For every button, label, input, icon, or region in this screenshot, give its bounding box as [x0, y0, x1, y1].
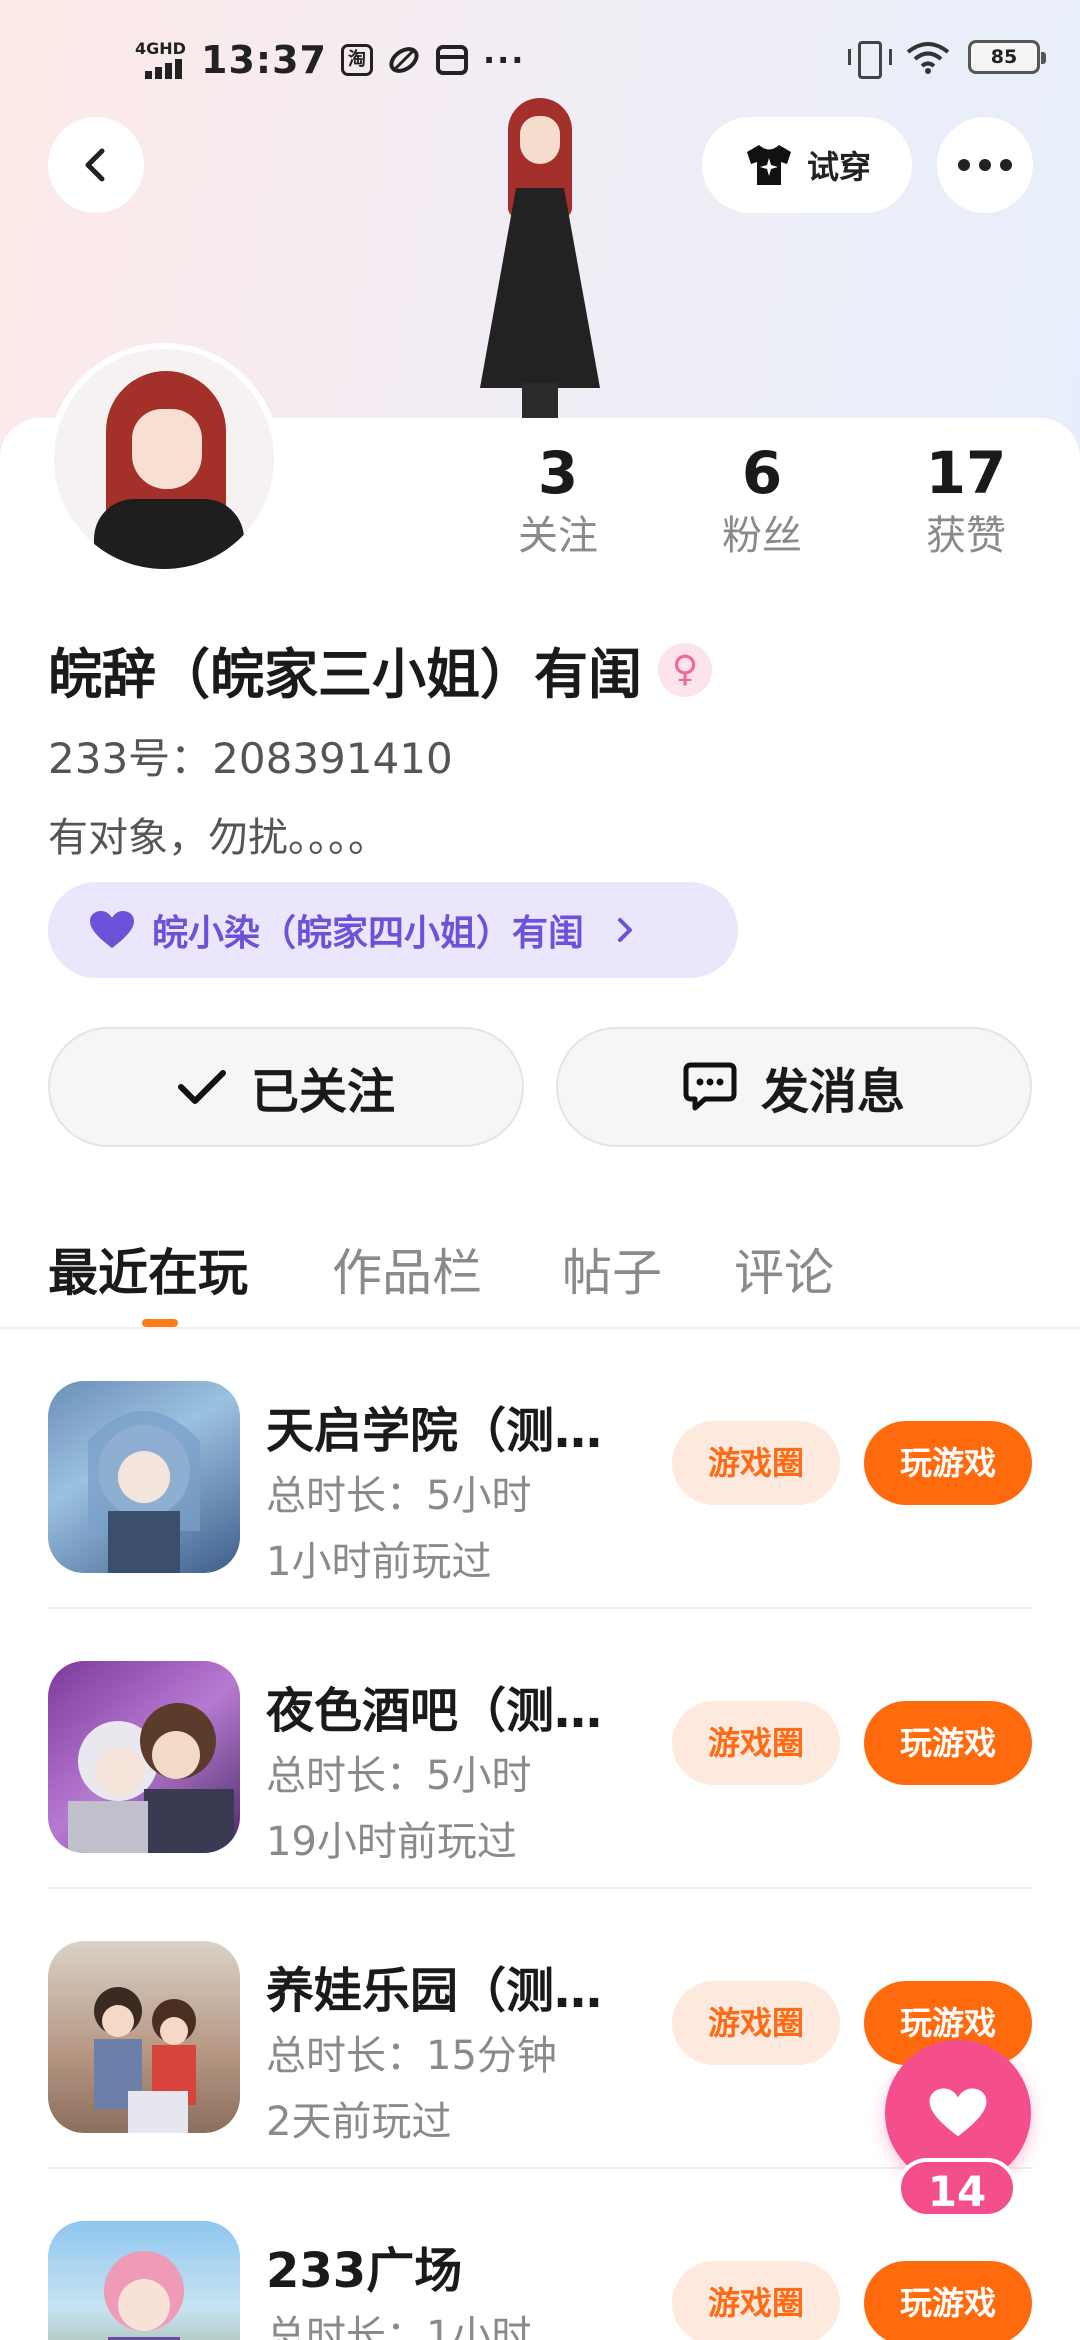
game-icon [48, 1941, 240, 2133]
game-last-played: 1小时前玩过 [266, 1539, 492, 1585]
game-title: 养娃乐园（测… [266, 1963, 603, 2019]
game-last-played: 19小时前玩过 [266, 1819, 517, 1865]
play-game-button[interactable]: 玩游戏 [864, 1421, 1032, 1505]
more-dots-icon [958, 159, 1012, 171]
stat-fans[interactable]: 6 粉丝 [682, 438, 842, 564]
stat-likes[interactable]: 17 获赞 [886, 438, 1046, 564]
following-label: 关注 [518, 513, 598, 559]
more-notifications-icon: ··· [482, 41, 526, 79]
user-id: 233号：208391410 [48, 734, 453, 783]
chevron-right-icon [618, 918, 633, 942]
game-icon [48, 2221, 240, 2340]
couple-link[interactable]: 皖小染（皖家四小姐）有闺 [48, 882, 738, 978]
status-bar: 4GHD 13:37 淘 ··· 85 [0, 0, 1080, 110]
game-duration: 总时长：1小时 [266, 2313, 532, 2340]
message-icon [683, 1062, 737, 1111]
tab-works[interactable]: 作品栏 [332, 1233, 482, 1305]
game-circle-button[interactable]: 游戏圈 [672, 2261, 840, 2340]
like-count: 14 [897, 2158, 1017, 2218]
profile-tabs: 最近在玩 作品栏 帖子 评论 [0, 1225, 1080, 1329]
game-icon [48, 1661, 240, 1853]
female-icon: ♀ [658, 642, 712, 697]
game-art [94, 1987, 196, 2133]
game-circle-button[interactable]: 游戏圈 [672, 1981, 840, 2065]
couple-name: 皖小染（皖家四小姐）有闺 [152, 913, 585, 954]
game-circle-button[interactable]: 游戏圈 [672, 1701, 840, 1785]
heart-icon [929, 2088, 987, 2137]
status-right: 85 [846, 40, 1046, 79]
wifi-icon [906, 42, 950, 74]
likes-count: 17 [925, 439, 1007, 507]
clock: 13:37 [201, 38, 327, 82]
vibrate-icon [846, 41, 892, 79]
game-row[interactable]: 养娃乐园（测… 总时长：15分钟 2天前玩过 游戏圈 玩游戏 [48, 1891, 1032, 2169]
avatar-character-figure [430, 98, 650, 418]
tab-comments[interactable]: 评论 [734, 1233, 834, 1305]
game-row[interactable]: 夜色酒吧（测… 总时长：5小时 19小时前玩过 游戏圈 玩游戏 [48, 1611, 1032, 1889]
play-game-button[interactable]: 玩游戏 [864, 2261, 1032, 2340]
game-duration: 总时长：5小时 [266, 1473, 532, 1519]
user-name: 皖辞（皖家三小姐）有闺 [48, 643, 642, 706]
game-last-played: 2天前玩过 [266, 2099, 452, 2145]
following-count: 3 [537, 439, 579, 507]
back-button[interactable] [48, 117, 144, 213]
followed-label: 已关注 [250, 1064, 395, 1120]
game-row[interactable]: 天启学院（测… 总时长：5小时 1小时前玩过 游戏圈 玩游戏 [48, 1331, 1032, 1609]
game-title: 233广场 [266, 2243, 463, 2299]
followed-button[interactable]: 已关注 [48, 1027, 524, 1147]
tab-recently-played[interactable]: 最近在玩 [48, 1233, 248, 1305]
game-title: 夜色酒吧（测… [266, 1683, 603, 1739]
status-left: 4GHD 13:37 淘 ··· [135, 38, 525, 82]
send-message-button[interactable]: 发消息 [556, 1027, 1032, 1147]
play-game-button[interactable]: 玩游戏 [864, 1701, 1032, 1785]
likes-label: 获赞 [926, 513, 1006, 559]
tab-posts[interactable]: 帖子 [562, 1233, 662, 1305]
check-icon [177, 1070, 226, 1104]
try-on-button[interactable]: 试穿 [702, 117, 912, 213]
game-art [104, 2251, 184, 2340]
shirt-icon [746, 145, 791, 185]
more-options-button[interactable] [937, 117, 1033, 213]
signal-icon: 4GHD [135, 39, 187, 81]
send-message-label: 发消息 [760, 1064, 905, 1120]
taobao-notification-icon: 淘 [340, 44, 373, 76]
stat-following[interactable]: 3 关注 [478, 438, 638, 564]
game-duration: 总时长：5小时 [266, 1753, 532, 1799]
try-on-label: 试穿 [806, 148, 871, 186]
game-icon [48, 1381, 240, 1573]
card-notification-icon [435, 45, 468, 75]
tab-indicator [142, 1319, 178, 1327]
network-type: 4GHD [135, 39, 186, 58]
name-row: 皖辞（皖家三小姐）有闺 ♀ [48, 630, 712, 709]
leaf-notification-icon [389, 47, 419, 73]
chevron-left-icon [85, 148, 105, 182]
game-art [68, 1703, 234, 1853]
game-circle-button[interactable]: 游戏圈 [672, 1421, 840, 1505]
profile-stats: 3 关注 6 粉丝 17 获赞 [0, 438, 1080, 578]
game-duration: 总时长：15分钟 [266, 2033, 557, 2079]
game-title: 天启学院（测… [266, 1403, 603, 1459]
battery-icon: 85 [968, 40, 1046, 74]
game-row[interactable]: 233广场 总时长：1小时 游戏圈 玩游戏 [48, 2171, 1032, 2340]
game-art [88, 1411, 200, 1573]
fans-label: 粉丝 [722, 513, 802, 559]
fans-count: 6 [741, 439, 783, 507]
heart-icon [90, 911, 134, 948]
user-bio: 有对象，勿扰。。。。 [48, 815, 388, 861]
